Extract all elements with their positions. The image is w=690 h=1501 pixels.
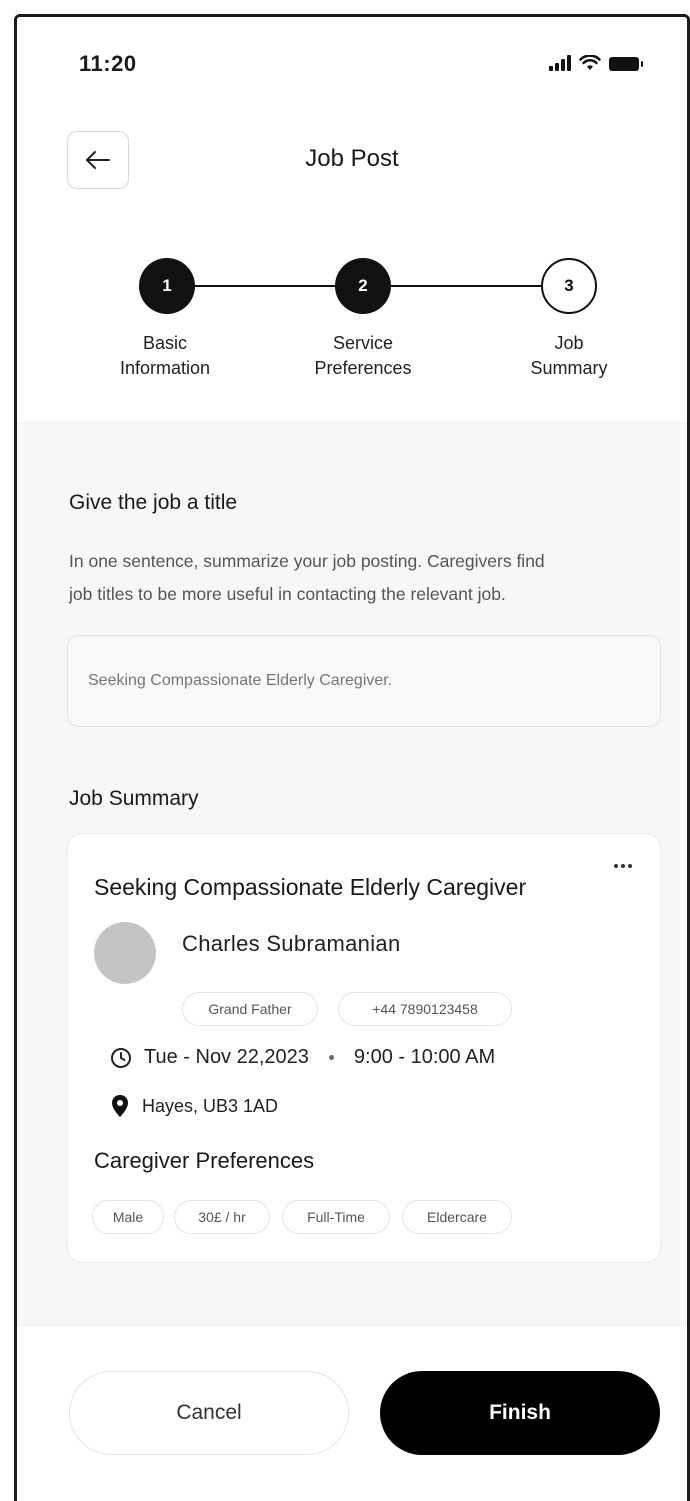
phone-badge: +44 7890123458 bbox=[338, 992, 512, 1026]
schedule-row: Tue - Nov 22,2023 9:00 - 10:00 AM bbox=[110, 1046, 495, 1069]
cancel-button[interactable]: Cancel bbox=[69, 1371, 349, 1455]
job-summary-heading: Job Summary bbox=[69, 787, 199, 810]
location-pin-icon bbox=[112, 1095, 128, 1117]
schedule-date: Tue - Nov 22,2023 bbox=[144, 1046, 309, 1068]
separator-dot bbox=[328, 1055, 334, 1060]
status-time: 11:20 bbox=[79, 51, 137, 76]
top-section: 11:20 Job Post 1 2 3 Basic Information S… bbox=[17, 17, 687, 421]
preference-chip-service: Eldercare bbox=[402, 1200, 512, 1234]
avatar bbox=[94, 922, 156, 984]
finish-button[interactable]: Finish bbox=[380, 1371, 660, 1455]
job-title-heading: Give the job a title bbox=[69, 491, 238, 514]
wifi-icon bbox=[579, 55, 601, 70]
preference-chip-gender: Male bbox=[92, 1200, 164, 1234]
battery-icon bbox=[609, 57, 643, 71]
relation-badge: Grand Father bbox=[182, 992, 318, 1026]
preference-chip-rate: 30£ / hr bbox=[174, 1200, 270, 1234]
signal-icon bbox=[549, 55, 571, 71]
job-title-help-text: In one sentence, summarize your job post… bbox=[69, 551, 545, 604]
location-text: Hayes, UB3 1AD bbox=[142, 1095, 279, 1116]
step-2[interactable]: 2 bbox=[335, 258, 391, 314]
schedule-time: 9:00 - 10:00 AM bbox=[353, 1046, 496, 1068]
card-job-title: Seeking Compassionate Elderly Caregiver bbox=[94, 874, 527, 900]
preference-chip-type: Full-Time bbox=[282, 1200, 390, 1234]
location-row: Hayes, UB3 1AD bbox=[110, 1094, 278, 1118]
clock-icon bbox=[111, 1047, 131, 1068]
page-title: Job Post bbox=[305, 145, 399, 172]
job-title-input[interactable] bbox=[67, 635, 661, 727]
status-icons bbox=[549, 55, 643, 71]
preferences-heading: Caregiver Preferences bbox=[94, 1148, 315, 1173]
person-name: Charles Subramanian bbox=[182, 931, 401, 956]
step-2-label: Service Preferences bbox=[314, 333, 412, 378]
phone-screen: 11:20 Job Post 1 2 3 Basic Information S… bbox=[14, 14, 690, 1501]
step-1[interactable]: 1 bbox=[139, 258, 195, 314]
more-icon[interactable] bbox=[614, 864, 632, 868]
job-summary-card: Seeking Compassionate Elderly Caregiver … bbox=[67, 833, 661, 1263]
step-3-label: Job Summary bbox=[530, 333, 608, 378]
step-3[interactable]: 3 bbox=[541, 258, 597, 314]
step-1-label: Basic Information bbox=[119, 333, 211, 378]
